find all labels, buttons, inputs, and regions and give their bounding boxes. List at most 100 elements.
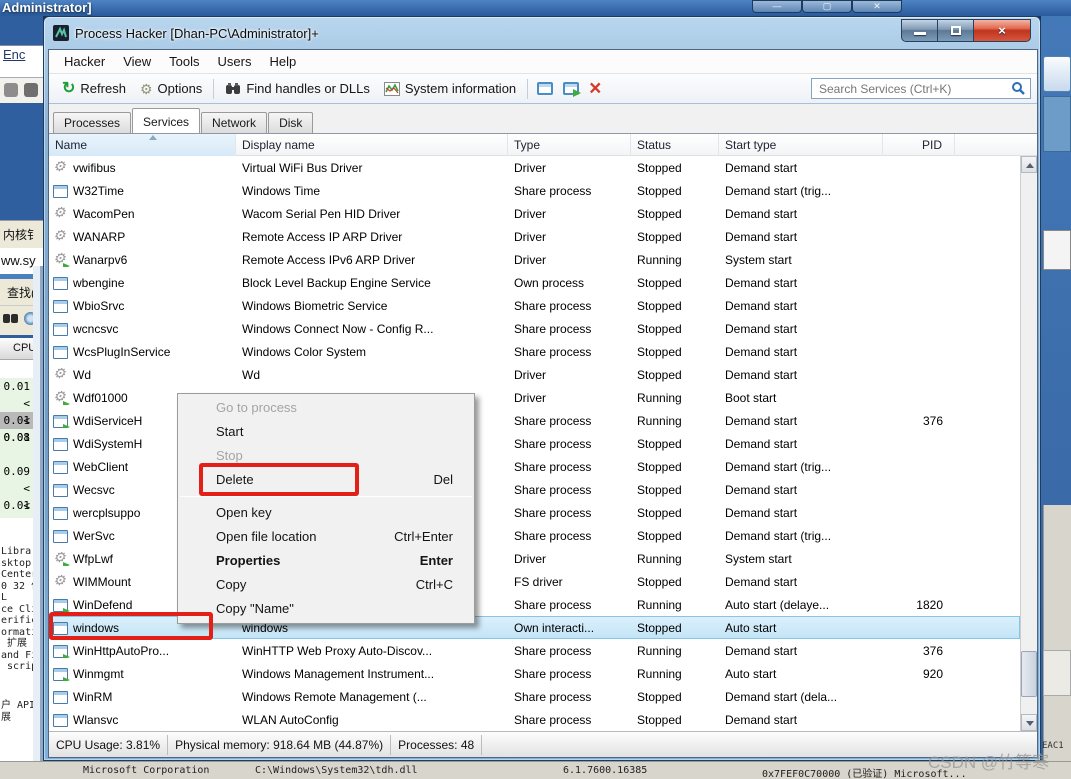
- magnifier-icon[interactable]: [1011, 81, 1026, 96]
- menu-users[interactable]: Users: [209, 51, 261, 72]
- tab-services[interactable]: Services: [132, 108, 200, 133]
- service-icon: [53, 506, 67, 519]
- background-maximize-icon[interactable]: ▢: [802, 0, 852, 13]
- service-status: Stopped: [631, 322, 719, 336]
- menu-hacker[interactable]: Hacker: [55, 51, 114, 72]
- stop-service-button[interactable]: ×: [584, 78, 606, 100]
- search-input[interactable]: [819, 82, 1011, 96]
- service-status: Stopped: [631, 161, 719, 175]
- service-type: Driver: [508, 253, 631, 267]
- service-type: Share process: [508, 322, 631, 336]
- service-row[interactable]: WinHttpAutoPro... WinHTTP Web Proxy Auto…: [49, 639, 1020, 662]
- service-type: Share process: [508, 506, 631, 520]
- continue-service-button[interactable]: [558, 79, 584, 98]
- context-menu-item-copy-name[interactable]: Copy "Name": [178, 597, 474, 621]
- tab-processes[interactable]: Processes: [53, 112, 131, 133]
- service-display-name: Windows Remote Management (...: [236, 690, 508, 704]
- context-menu-item-start[interactable]: Start: [178, 420, 474, 444]
- scrollbar-thumb[interactable]: [1021, 651, 1037, 697]
- arrow-down-icon: [1026, 721, 1034, 726]
- service-icon: [53, 575, 67, 588]
- context-menu-item-go-to-process[interactable]: Go to process: [178, 396, 474, 420]
- background-cpu-value: 0.01: [0, 378, 33, 395]
- service-row[interactable]: WcsPlugInService Windows Color System Sh…: [49, 340, 1020, 363]
- service-icon: [53, 184, 67, 197]
- statusbar: CPU Usage: 3.81% Physical memory: 918.64…: [49, 731, 1037, 757]
- context-menu-item-label: Go to process: [216, 400, 297, 415]
- column-header-status[interactable]: Status: [631, 134, 719, 156]
- context-menu-item-open-file-location[interactable]: Open file location Ctrl+Enter: [178, 525, 474, 549]
- background-minimize-icon[interactable]: —: [752, 0, 802, 13]
- find-handles-button[interactable]: Find handles or DLLs: [218, 78, 377, 99]
- service-row[interactable]: WbioSrvc Windows Biometric Service Share…: [49, 294, 1020, 317]
- service-type: Share process: [508, 483, 631, 497]
- options-button[interactable]: ⚙ Options: [133, 78, 209, 99]
- system-information-button[interactable]: System information: [377, 78, 523, 99]
- background-close-icon[interactable]: ✕: [852, 0, 902, 13]
- service-row[interactable]: Wanarpv6 Remote Access IPv6 ARP Driver D…: [49, 248, 1020, 271]
- background-toolbar-icon: [4, 83, 18, 97]
- column-header-pid[interactable]: PID: [883, 134, 955, 156]
- context-menu-item-properties[interactable]: Properties Enter: [178, 549, 474, 573]
- scroll-down-button[interactable]: [1021, 714, 1037, 731]
- menu-tools[interactable]: Tools: [160, 51, 208, 72]
- context-menu-item-copy[interactable]: Copy Ctrl+C: [178, 573, 474, 597]
- tab-disk[interactable]: Disk: [268, 112, 313, 133]
- service-row[interactable]: Wlansvc WLAN AutoConfig Share process St…: [49, 708, 1020, 731]
- background-cpu-values: 0.01< 0.01< 0.010.080.09< 0.01< 0.01: [0, 378, 33, 518]
- service-start-type: Demand start: [719, 299, 883, 313]
- service-name: wbengine: [73, 276, 124, 290]
- context-menu-item-open-key[interactable]: Open key: [178, 501, 474, 525]
- service-status: Stopped: [631, 437, 719, 451]
- context-menu-item-shortcut: Del: [433, 468, 453, 492]
- service-row[interactable]: wbengine Block Level Backup Engine Servi…: [49, 271, 1020, 294]
- service-type: Own interacti...: [508, 621, 631, 635]
- service-status: Stopped: [631, 483, 719, 497]
- service-row[interactable]: WacomPen Wacom Serial Pen HID Driver Dri…: [49, 202, 1020, 225]
- column-header-type[interactable]: Type: [508, 134, 631, 156]
- column-header-name[interactable]: Name: [49, 134, 236, 156]
- tab-network[interactable]: Network: [201, 112, 267, 133]
- service-row[interactable]: WANARP Remote Access IP ARP Driver Drive…: [49, 225, 1020, 248]
- service-type: Share process: [508, 713, 631, 727]
- service-name: wcncsvc: [73, 322, 118, 336]
- service-row[interactable]: Wd Wd Driver Stopped Demand start: [49, 363, 1020, 386]
- menu-help[interactable]: Help: [260, 51, 305, 72]
- service-display-name: Remote Access IP ARP Driver: [236, 230, 508, 244]
- service-type: Share process: [508, 345, 631, 359]
- service-row[interactable]: Winmgmt Windows Management Instrument...…: [49, 662, 1020, 685]
- service-row[interactable]: vwifibus Virtual WiFi Bus Driver Driver …: [49, 156, 1020, 179]
- service-display-name: Windows Management Instrument...: [236, 667, 508, 681]
- maximize-button[interactable]: [937, 19, 973, 42]
- service-row[interactable]: W32Time Windows Time Share process Stopp…: [49, 179, 1020, 202]
- scroll-up-button[interactable]: [1021, 156, 1037, 173]
- service-type: Driver: [508, 161, 631, 175]
- service-icon: [53, 414, 67, 427]
- service-row[interactable]: WinRM Windows Remote Management (... Sha…: [49, 685, 1020, 708]
- close-button[interactable]: ×: [973, 19, 1031, 42]
- service-type: Share process: [508, 437, 631, 451]
- column-header-start-type[interactable]: Start type: [719, 134, 883, 156]
- service-pid: 1820: [883, 598, 955, 612]
- service-status: Stopped: [631, 529, 719, 543]
- column-header-display-name[interactable]: Display name: [236, 134, 508, 156]
- service-type: Driver: [508, 391, 631, 405]
- refresh-button[interactable]: ↻ Refresh: [55, 78, 133, 99]
- background-window-title: Administrator]: [2, 0, 92, 15]
- service-status: Stopped: [631, 506, 719, 520]
- service-type: Share process: [508, 299, 631, 313]
- service-row[interactable]: wcncsvc Windows Connect Now - Config R..…: [49, 317, 1020, 340]
- service-type: Driver: [508, 207, 631, 221]
- service-start-type: Demand start: [719, 368, 883, 382]
- background-cpu-value: < 0.01: [0, 480, 33, 497]
- service-icon: [53, 437, 67, 450]
- service-start-type: Demand start: [719, 345, 883, 359]
- service-display-name: Windows Biometric Service: [236, 299, 508, 313]
- start-service-button[interactable]: [532, 79, 558, 98]
- service-start-type: System start: [719, 552, 883, 566]
- context-menu-item-shortcut: Ctrl+C: [416, 573, 453, 597]
- menu-view[interactable]: View: [114, 51, 160, 72]
- status-cpu-usage: CPU Usage: 3.81%: [49, 735, 168, 755]
- vertical-scrollbar[interactable]: [1020, 156, 1037, 731]
- minimize-button[interactable]: [901, 19, 937, 42]
